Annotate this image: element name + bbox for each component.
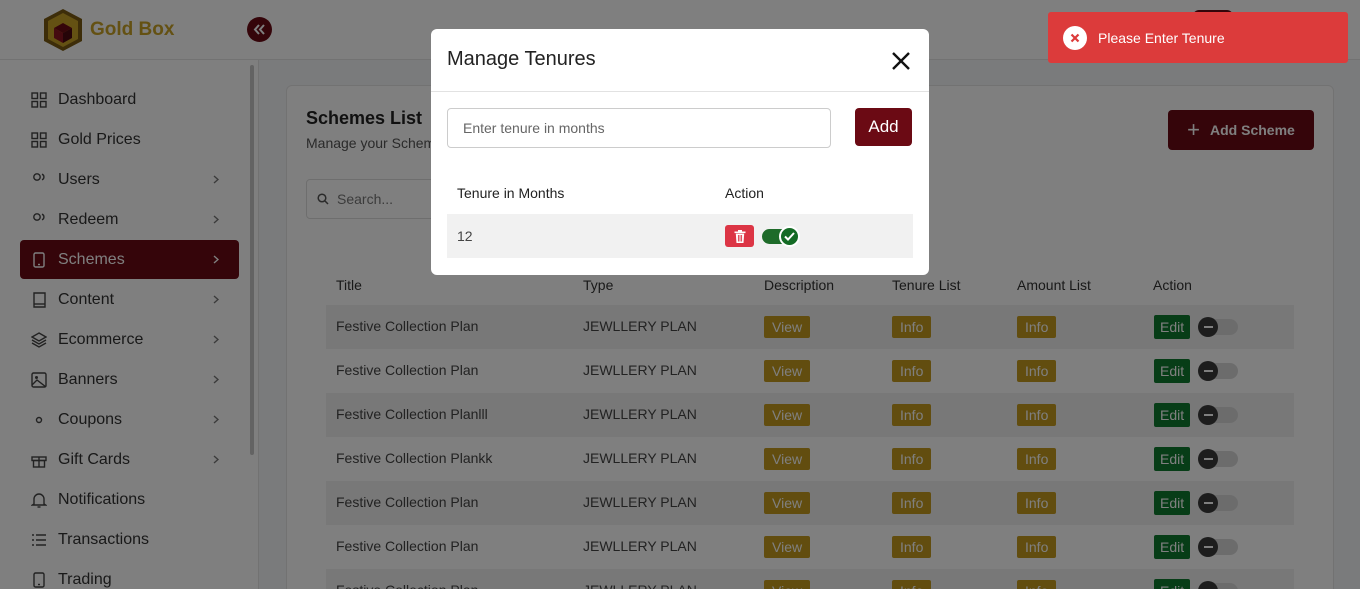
- toast-message: Please Enter Tenure: [1098, 29, 1225, 46]
- error-icon: [1063, 25, 1087, 50]
- close-icon[interactable]: [889, 49, 913, 73]
- modal-title: Manage Tenures: [447, 48, 596, 70]
- action-column-header: Action: [725, 185, 764, 201]
- manage-tenures-modal: Manage Tenures Add Tenure in Months Acti…: [431, 29, 929, 275]
- tenure-status-toggle[interactable]: [762, 226, 800, 247]
- add-tenure-button[interactable]: Add: [855, 108, 912, 146]
- tenure-column-header: Tenure in Months: [457, 185, 565, 201]
- tenure-input[interactable]: [447, 108, 831, 148]
- trash-icon: [734, 229, 745, 243]
- modal-divider: [431, 91, 929, 92]
- tenure-row: 12: [447, 214, 913, 258]
- delete-tenure-button[interactable]: [725, 225, 754, 247]
- tenure-value: 12: [457, 228, 473, 244]
- check-icon: [779, 226, 800, 247]
- error-toast[interactable]: Please Enter Tenure: [1048, 12, 1348, 63]
